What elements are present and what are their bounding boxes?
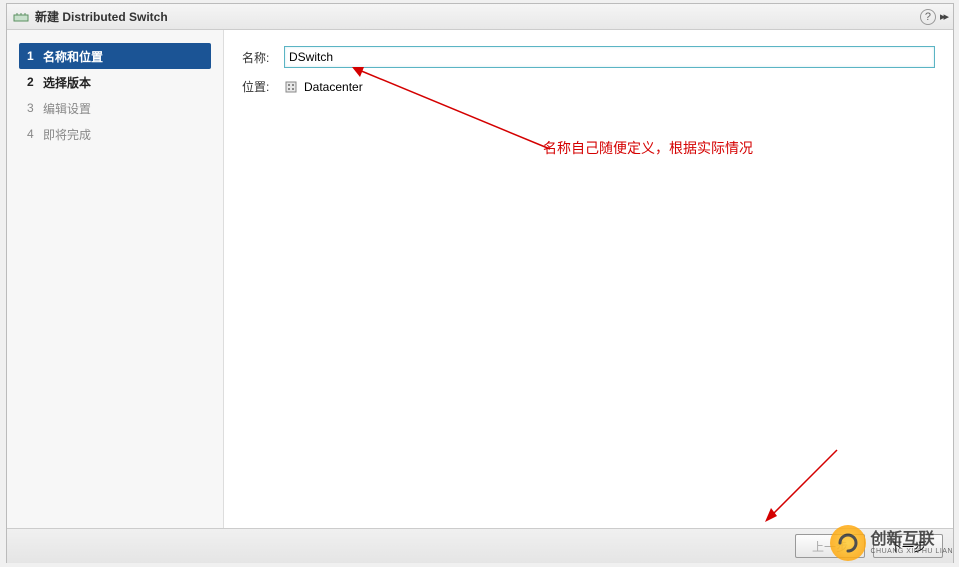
wizard-dialog: 新建 Distributed Switch ? ▸▸ 1 名称和位置 2 选择版… [6, 3, 954, 563]
step-label: 名称和位置 [43, 48, 103, 65]
row-location: 位置: Datacenter [242, 78, 935, 95]
expand-icon[interactable]: ▸▸ [940, 10, 947, 23]
dialog-title: 新建 Distributed Switch [35, 8, 920, 25]
titlebar-controls: ? ▸▸ [920, 9, 947, 25]
titlebar: 新建 Distributed Switch ? ▸▸ [7, 4, 953, 30]
step-label: 即将完成 [43, 126, 91, 143]
step-label: 编辑设置 [43, 100, 91, 117]
step-ready-complete[interactable]: 4 即将完成 [19, 121, 211, 147]
step-label: 选择版本 [43, 74, 91, 91]
dialog-body: 1 名称和位置 2 选择版本 3 编辑设置 4 即将完成 名称: 位置: [7, 30, 953, 528]
step-select-version[interactable]: 2 选择版本 [19, 69, 211, 95]
next-button[interactable]: 下一步 [873, 534, 943, 558]
switch-icon [13, 9, 29, 25]
datacenter-icon [284, 80, 298, 94]
row-name: 名称: [242, 46, 935, 68]
location-label: 位置: [242, 78, 284, 95]
step-edit-settings[interactable]: 3 编辑设置 [19, 95, 211, 121]
wizard-sidebar: 1 名称和位置 2 选择版本 3 编辑设置 4 即将完成 [7, 30, 224, 528]
name-input[interactable] [284, 46, 935, 68]
location-value: Datacenter [284, 80, 363, 94]
wizard-footer: 上一步 下一步 [7, 528, 953, 563]
back-button[interactable]: 上一步 [795, 534, 865, 558]
annotation-text: 名称自己随便定义，根据实际情况 [543, 138, 753, 158]
step-name-location[interactable]: 1 名称和位置 [19, 43, 211, 69]
name-label: 名称: [242, 49, 284, 66]
wizard-content: 名称: 位置: Datacenter [224, 30, 953, 528]
location-text: Datacenter [304, 80, 363, 94]
help-icon[interactable]: ? [920, 9, 936, 25]
